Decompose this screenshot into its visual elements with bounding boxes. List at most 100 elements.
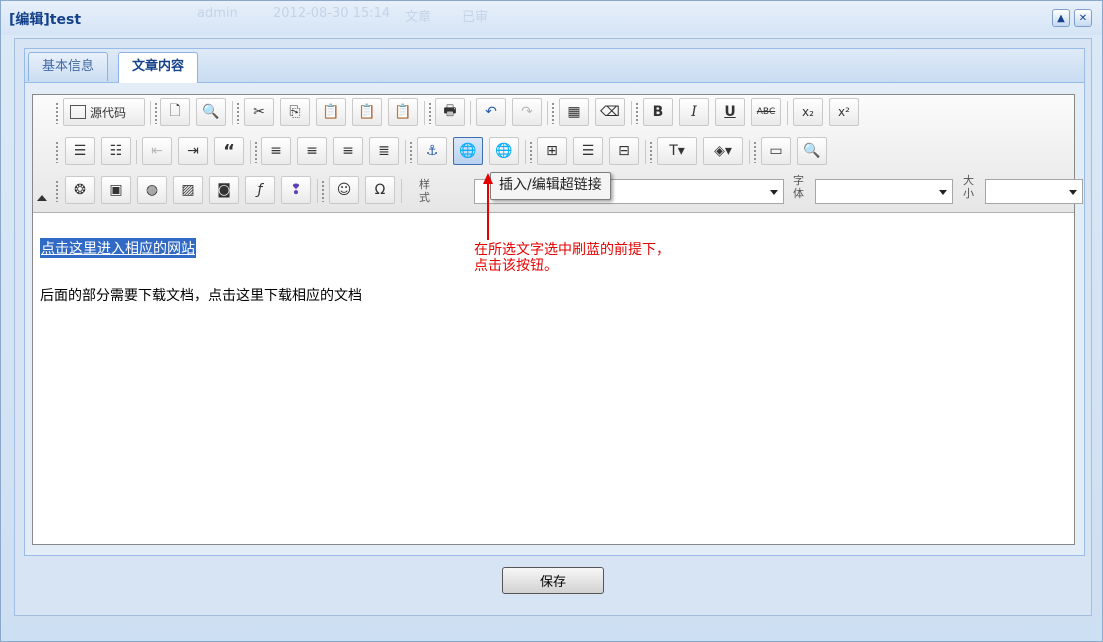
swf-icon: ƒ — [257, 182, 263, 198]
body-paragraph[interactable]: 后面的部分需要下载文档，点击这里下载相应的文档 — [40, 285, 362, 305]
page-break-button[interactable]: ⊟ — [609, 137, 639, 165]
style-combo-label: 样式 — [419, 178, 430, 204]
show-blocks-button[interactable]: 🔍 — [797, 137, 827, 165]
toolbar-separator — [232, 101, 233, 125]
blockquote-button[interactable]: “ — [214, 137, 244, 165]
horizontal-rule-button[interactable]: ☰ — [573, 137, 603, 165]
bulleted-list-button[interactable]: ☷ — [101, 137, 131, 165]
bulleted-list-icon: ☷ — [109, 143, 123, 159]
window-title: [编辑]test — [9, 12, 82, 28]
toolbar-separator — [317, 179, 318, 203]
print-button[interactable]: 🖶 — [435, 98, 465, 126]
align-center-icon: ≡ — [306, 143, 318, 159]
paste-button[interactable]: 📋 — [316, 98, 346, 126]
subscript-button[interactable]: x₂ — [793, 98, 823, 126]
align-justify-button[interactable]: ≣ — [369, 137, 399, 165]
size-combo[interactable] — [985, 179, 1083, 204]
font-combo-label: 字体 — [793, 174, 804, 200]
font-combo[interactable] — [815, 179, 953, 204]
anchor-button[interactable]: ⚓ — [417, 137, 447, 165]
bold-button[interactable]: B — [643, 98, 673, 126]
save-button[interactable]: 保存 — [502, 567, 604, 594]
insert-bubble-button[interactable]: ❢ — [281, 176, 311, 204]
toolbar-separator — [136, 140, 137, 164]
scissors-icon: ✂ — [253, 104, 265, 120]
smiley-icon: ☺ — [336, 182, 352, 198]
insert-avatar-button[interactable]: ◙ — [209, 176, 239, 204]
globe-icon: ◍ — [145, 182, 159, 198]
tab-strip: 基本信息 文章内容 — [25, 49, 1084, 83]
align-right-button[interactable]: ≡ — [333, 137, 363, 165]
size-combo-label: 大小 — [963, 174, 974, 200]
chevron-down-icon — [1069, 190, 1077, 195]
numbered-list-button[interactable]: ☰ — [65, 137, 95, 165]
annotation-line-2: 点击该按钮。 — [474, 258, 558, 274]
toolbar-grip — [753, 141, 757, 163]
close-window-button[interactable]: ✕ — [1074, 9, 1092, 27]
special-char-button[interactable]: Ω — [365, 176, 395, 204]
align-justify-icon: ≣ — [378, 143, 390, 159]
avatar-icon: ◙ — [217, 182, 231, 198]
insert-media-button[interactable]: ❂ — [65, 176, 95, 204]
toolbar-grip — [551, 102, 555, 124]
anchor-icon: ⚓ — [425, 143, 439, 159]
toolbar-grip — [428, 102, 432, 124]
redo-button[interactable]: ↷ — [512, 98, 542, 126]
new-page-button[interactable]: 🗋 — [160, 98, 190, 126]
preview-icon: 🔍 — [202, 104, 220, 120]
table-button[interactable]: ⊞ — [537, 137, 567, 165]
tab-article-content[interactable]: 文章内容 — [118, 52, 199, 83]
italic-button[interactable]: I — [679, 98, 709, 126]
toolbar-collapse-toggle[interactable] — [37, 195, 47, 201]
horizontal-rule-icon: ☰ — [581, 143, 595, 159]
toolbar-row-1: 源代码 🗋 🔍 ✂ ⎘ 📋 📋 📋 🖶 ↶ ↷ ▦ ⌫ B I U ABC x₂… — [51, 98, 1071, 128]
source-code-button[interactable]: 源代码 — [63, 98, 145, 126]
toolbar-separator — [645, 140, 646, 164]
background-ghost-text: 2012-08-30 15:14 — [273, 6, 391, 21]
insert-flash-button[interactable]: ▣ — [101, 176, 131, 204]
insert-image-button[interactable]: ▨ — [173, 176, 203, 204]
toolbar-grip — [321, 180, 325, 202]
indent-icon: ⇥ — [187, 143, 199, 159]
unlink-button[interactable]: 🌐 — [489, 137, 519, 165]
preview-button[interactable]: 🔍 — [196, 98, 226, 126]
remove-format-button[interactable]: ⌫ — [595, 98, 625, 126]
underline-button[interactable]: U — [715, 98, 745, 126]
tab-basic-info[interactable]: 基本信息 — [28, 52, 109, 81]
copy-icon: ⎘ — [289, 104, 301, 120]
smiley-button[interactable]: ☺ — [329, 176, 359, 204]
indent-button[interactable]: ⇥ — [178, 137, 208, 165]
align-center-button[interactable]: ≡ — [297, 137, 327, 165]
background-color-button[interactable]: ◈▾ — [703, 137, 743, 165]
outdent-button[interactable]: ⇤ — [142, 137, 172, 165]
annotation-arrow-line — [487, 182, 489, 240]
maximize-button[interactable]: ▭ — [761, 137, 791, 165]
superscript-button[interactable]: x² — [829, 98, 859, 126]
selected-link-text[interactable]: 点击这里进入相应的网站 — [40, 238, 196, 258]
insert-link-button[interactable]: 🌐 — [453, 137, 483, 165]
numbered-list-icon: ☰ — [73, 143, 87, 159]
globe-unlink-icon: 🌐 — [495, 143, 513, 159]
toolbar-grip — [55, 180, 59, 202]
toolbar-separator — [401, 179, 402, 203]
window-body: 基本信息 文章内容 源代码 🗋 🔍 ✂ ⎘ 📋 📋 📋 🖶 ↶ ↷ ▦ ⌫ B … — [14, 38, 1092, 616]
undo-icon: ↶ — [485, 104, 497, 120]
globe-link-icon: 🌐 — [459, 143, 477, 159]
toolbar-grip — [236, 102, 240, 124]
select-all-button[interactable]: ▦ — [559, 98, 589, 126]
copy-button[interactable]: ⎘ — [280, 98, 310, 126]
chevron-down-icon — [770, 190, 778, 195]
paste-icon: 📋 — [322, 104, 340, 120]
undo-button[interactable]: ↶ — [476, 98, 506, 126]
paste-text-icon: 📋 — [358, 104, 376, 120]
paste-word-button[interactable]: 📋 — [388, 98, 418, 126]
text-color-button[interactable]: T▾ — [657, 137, 697, 165]
insert-swf-button[interactable]: ƒ — [245, 176, 275, 204]
insert-globe-button[interactable]: ◍ — [137, 176, 167, 204]
background-ghost-text: admin — [197, 6, 238, 21]
cut-button[interactable]: ✂ — [244, 98, 274, 126]
strikethrough-button[interactable]: ABC — [751, 98, 781, 126]
collapse-window-button[interactable]: ▲ — [1052, 9, 1070, 27]
align-left-button[interactable]: ≡ — [261, 137, 291, 165]
paste-text-button[interactable]: 📋 — [352, 98, 382, 126]
